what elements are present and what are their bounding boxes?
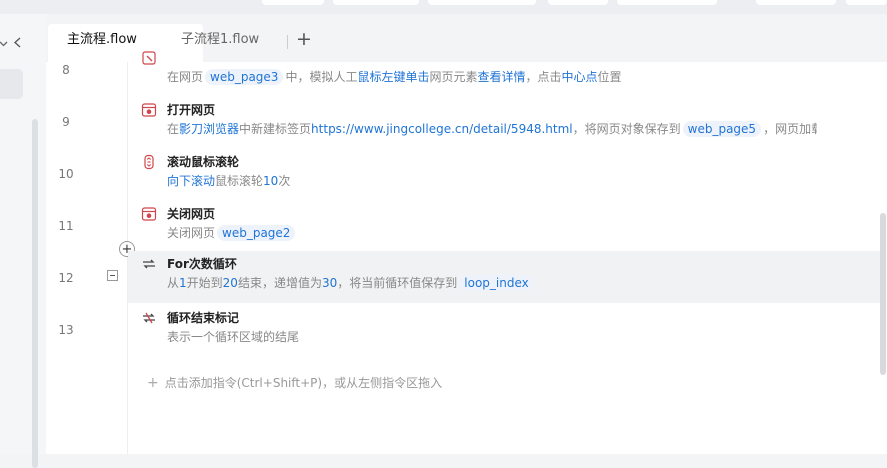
line-number: 11 [58, 219, 74, 233]
variable-chip[interactable]: web_page2 [217, 225, 296, 241]
keyword-text: 1 [179, 276, 187, 290]
toolbar-button[interactable] [333, 0, 419, 5]
loop-end-icon [141, 310, 157, 326]
toolbar-button[interactable] [756, 0, 836, 5]
command-title: For次数循环 [167, 257, 237, 271]
toolbar-button[interactable] [262, 0, 324, 5]
description-text: 在网页 [167, 70, 204, 84]
keyword-text: 20 [222, 276, 238, 290]
description-text: 结束，递增值为 [237, 276, 322, 290]
keyword-text: 10 [263, 174, 279, 188]
command-panel [0, 14, 46, 468]
keyword-text: 30 [321, 276, 338, 290]
add-command-hint[interactable]: + 点击添加指令(Ctrl+Shift+P)，或从左侧指令区拖入 [147, 374, 442, 391]
description-text: 关闭网页 [167, 226, 216, 240]
command-panel-scrollbar[interactable] [32, 119, 38, 468]
description-text: ，将当前循环值保存到 [337, 276, 458, 290]
line-number: 10 [58, 167, 74, 181]
description-text: ，网页加载超时后... [763, 122, 817, 136]
description-text: 在 [167, 122, 180, 136]
keyword-text: 影刀浏览器 [179, 122, 240, 136]
command-title: 滚动鼠标滚轮 [167, 155, 240, 169]
description-text: 中，模拟人工 [285, 70, 358, 84]
editor-scrollbar[interactable] [880, 213, 886, 375]
variable-chip[interactable]: web_page3 [205, 69, 284, 85]
chevron-down-icon[interactable] [0, 36, 8, 52]
command-description: 从1开始到20结束，递增值为30，将当前循环值保存到 loop_index [167, 274, 536, 291]
variable-chip[interactable]: web_page5 [682, 121, 762, 137]
description-text: 次 [278, 174, 291, 188]
keyword-text: 鼠标左键单击 [357, 70, 430, 84]
add-command-text: 点击添加指令(Ctrl+Shift+P)，或从左侧指令区拖入 [164, 376, 443, 390]
browser-open-icon [141, 102, 157, 118]
command-title: 关闭网页 [167, 207, 216, 221]
description-text: ，将网页对象保存到 [572, 122, 681, 136]
toolbar-button[interactable] [846, 0, 887, 5]
collapse-loop-toggle[interactable] [107, 270, 118, 281]
command-description: 向下滚动鼠标滚轮10次 [167, 172, 290, 189]
command-row-close-webpage[interactable]: 关闭网页 关闭网页 web_page2 [128, 201, 880, 253]
mouse-scroll-icon [141, 154, 157, 170]
command-description: 表示一个循环区域的结尾 [167, 328, 299, 345]
command-row-mouse-click[interactable]: 在网页 web_page3 中，模拟人工鼠标左键单击网页元素查看详情，点击中心点位置 [128, 45, 880, 97]
toolbar-button[interactable] [548, 0, 608, 5]
description-text: 表示一个循环区域的结尾 [167, 330, 300, 344]
collapse-panel-icon[interactable] [13, 36, 22, 52]
command-description: 在影刀浏览器中新建标签页https://www.jingcollege.cn/d… [167, 120, 817, 137]
mouse-click-icon [141, 50, 157, 66]
top-toolbar [0, 0, 887, 14]
description-text: 位置 [597, 70, 622, 84]
command-title: 打开网页 [167, 103, 216, 117]
toolbar-button[interactable] [617, 0, 717, 5]
line-number: 13 [58, 323, 74, 337]
command-row-for-loop[interactable]: For次数循环 从1开始到20结束，递增值为30，将当前循环值保存到 loop_i… [128, 251, 880, 303]
keyword-text: 向下滚动 [167, 174, 216, 188]
description-text: 中新建标签页 [239, 122, 312, 136]
description-text: 从 [167, 276, 180, 290]
command-title: 循环结束标记 [167, 311, 240, 325]
keyword-text: 查看详情 [477, 70, 526, 84]
command-row-loop-end[interactable]: 循环结束标记 表示一个循环区域的结尾 [128, 305, 880, 357]
description-text: 网页元素 [429, 70, 478, 84]
line-gutter: 8 9 10 11 12 13 + [46, 62, 135, 454]
description-text: 开始到 [186, 276, 223, 290]
line-number: 9 [62, 115, 70, 129]
command-panel-selected-item[interactable] [0, 69, 23, 99]
keyword-text: https://www.jingcollege.cn/detail/5948.h… [311, 122, 573, 136]
browser-close-icon [141, 206, 157, 222]
variable-chip[interactable]: loop_index [459, 275, 534, 291]
flow-editor: 8 9 10 11 12 13 + 在网页 web_page3 中，模拟人工鼠标左键… [46, 51, 887, 454]
description-text: 鼠标滚轮 [215, 174, 264, 188]
command-description: 关闭网页 web_page2 [167, 224, 297, 241]
description-text: ，点击 [525, 70, 562, 84]
command-row-scroll-wheel[interactable]: 滚动鼠标滚轮 向下滚动鼠标滚轮10次 [128, 149, 880, 201]
toolbar-button[interactable] [428, 0, 536, 5]
add-icon: + [147, 375, 159, 391]
line-number: 12 [58, 271, 74, 285]
command-row-open-webpage[interactable]: 打开网页 在影刀浏览器中新建标签页https://www.jingcollege… [128, 97, 880, 149]
loop-icon [141, 256, 157, 272]
keyword-text: 中心点 [561, 70, 598, 84]
command-description: 在网页 web_page3 中，模拟人工鼠标左键单击网页元素查看详情，点击中心点位置 [167, 68, 622, 85]
line-number: 8 [62, 63, 70, 77]
